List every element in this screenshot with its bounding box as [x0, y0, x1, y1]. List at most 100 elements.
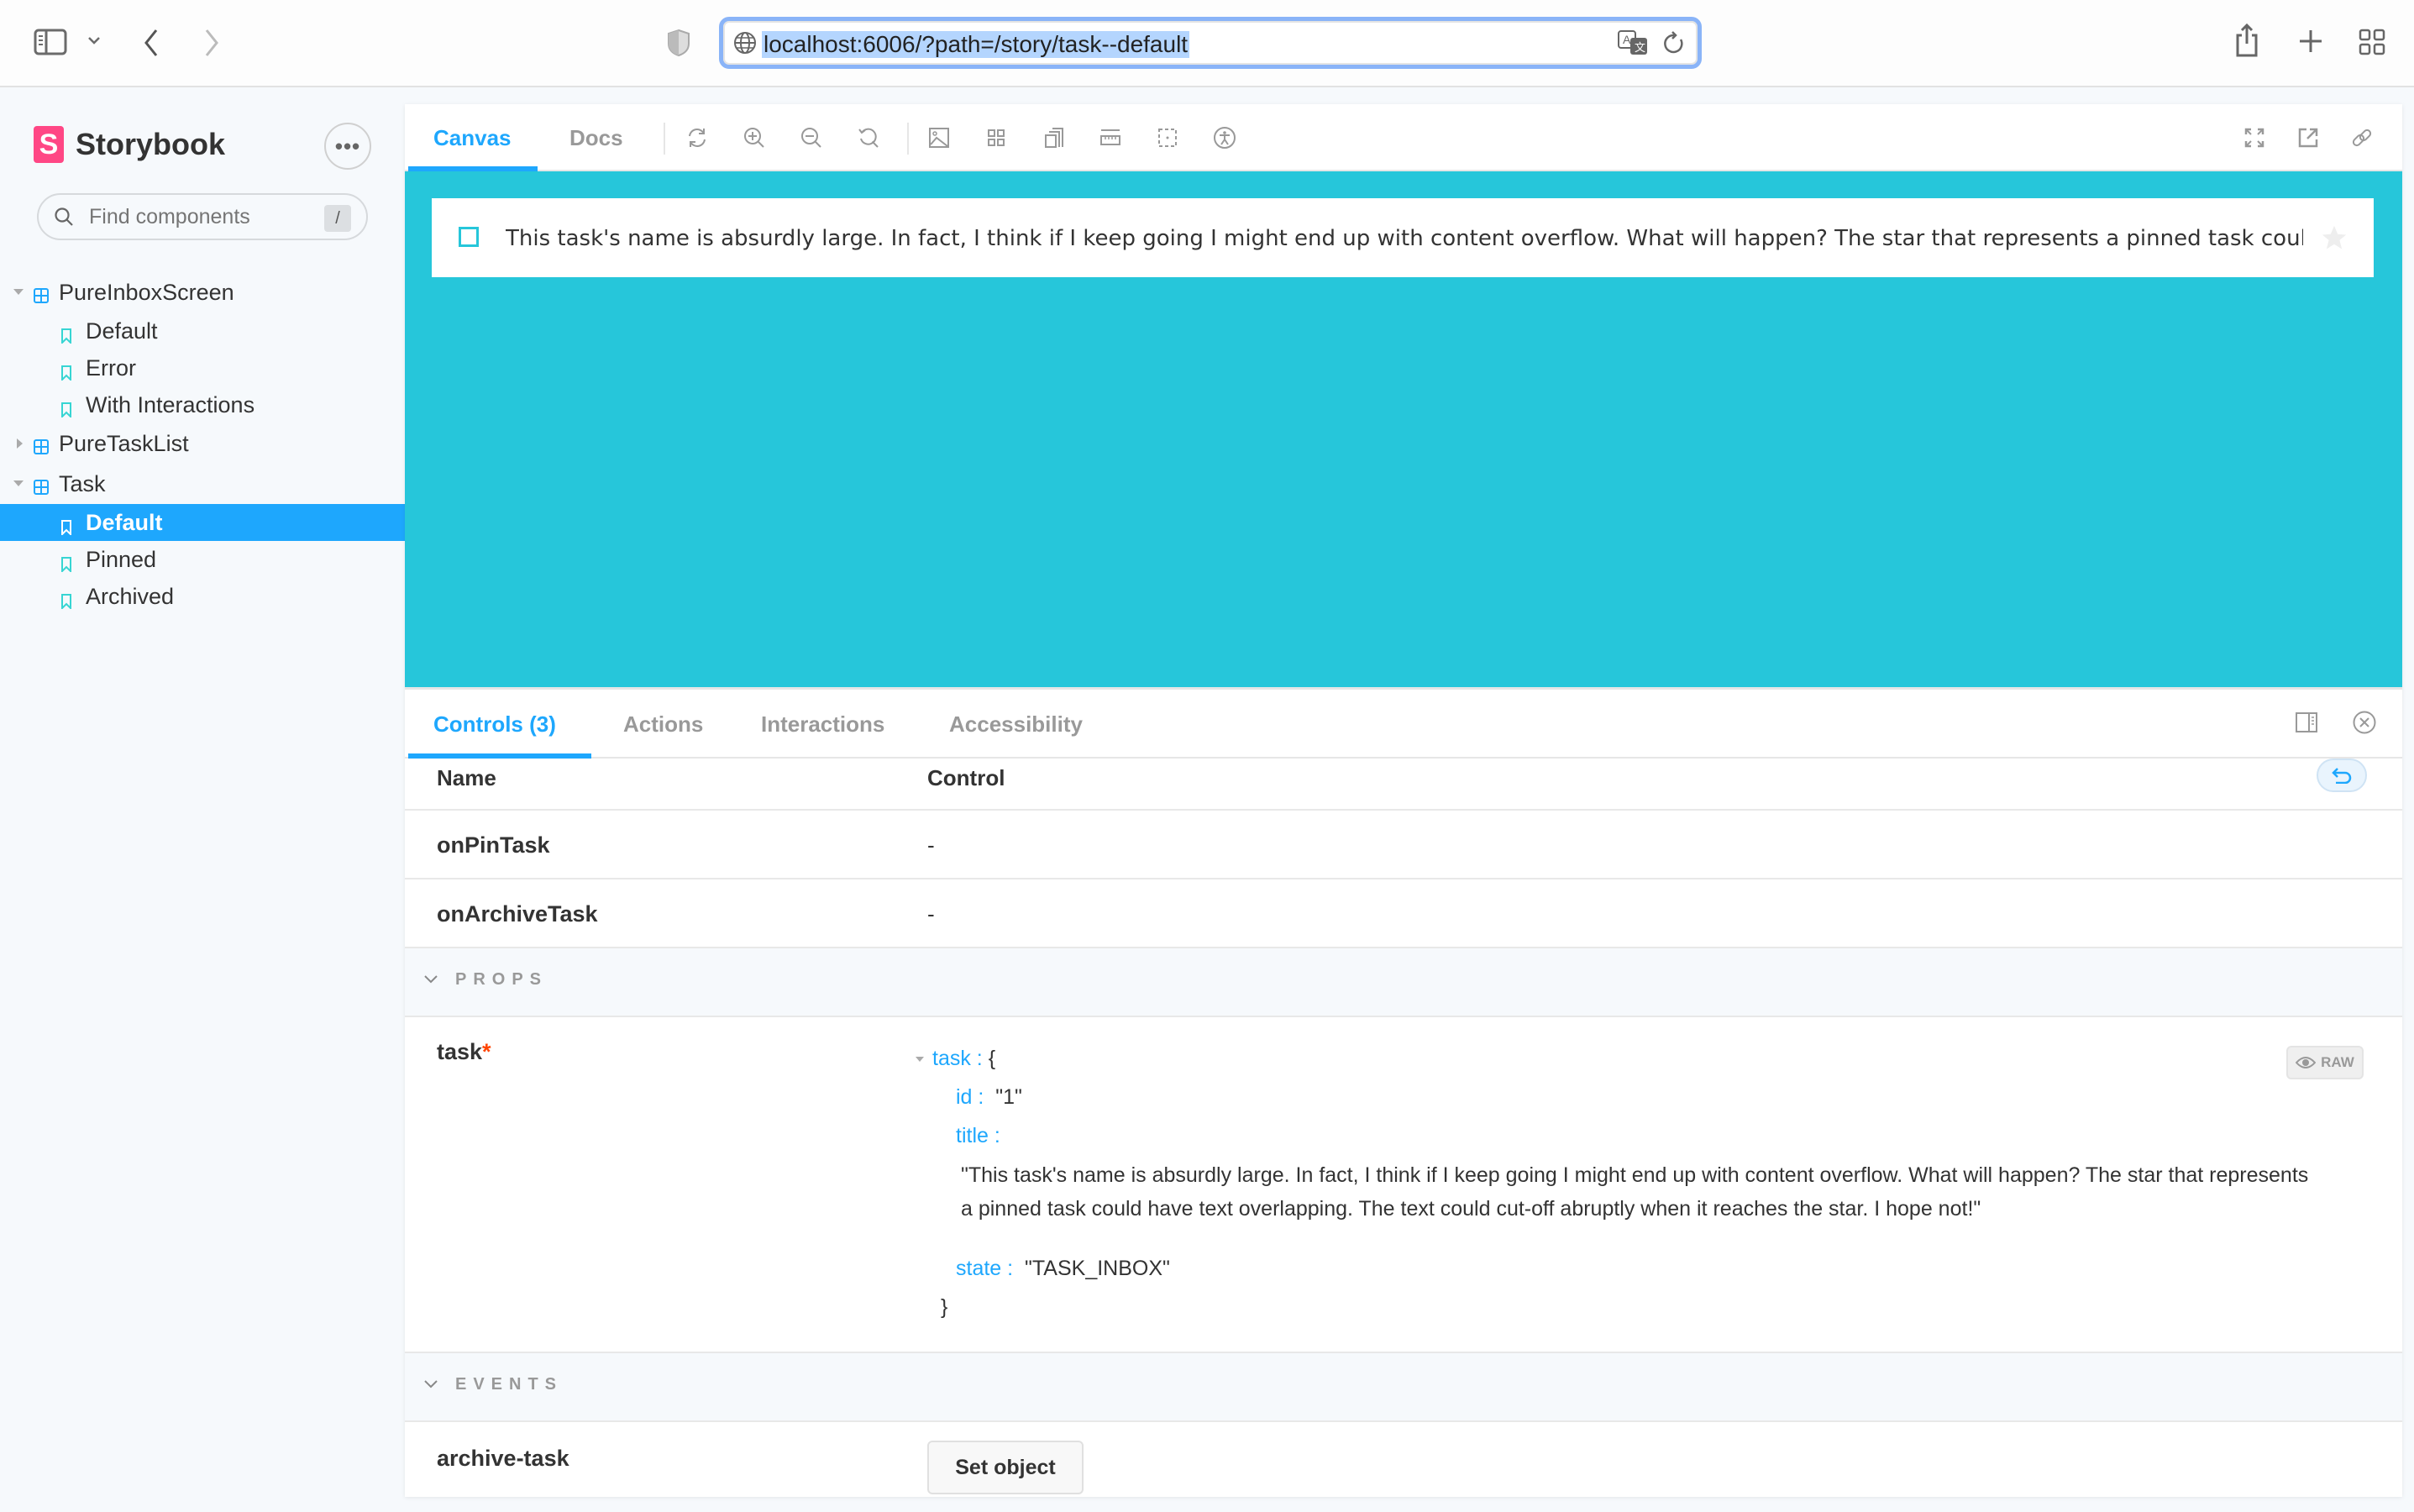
remount-icon[interactable] — [684, 124, 711, 151]
column-header-name: Name — [437, 765, 496, 790]
reload-icon[interactable] — [1662, 31, 1686, 60]
sidebar: S Storybook ••• / PureInboxScreen Defaul… — [0, 89, 405, 1512]
expanded-caret-icon[interactable] — [13, 480, 24, 486]
controls-table-header: Name Control — [405, 759, 2402, 811]
tab-controls[interactable]: Controls (3) — [433, 690, 556, 759]
arg-control: - — [927, 901, 935, 927]
component-icon — [34, 283, 49, 303]
chevron-down-icon[interactable] — [87, 35, 101, 45]
task-item: This task's name is absurdly large. In f… — [432, 198, 2374, 277]
tree-story-label: Pinned — [86, 546, 157, 572]
story-canvas: This task's name is absurdly large. In f… — [405, 171, 2402, 687]
outline-icon[interactable] — [1154, 124, 1181, 151]
open-new-tab-icon[interactable] — [2295, 124, 2322, 151]
set-object-button[interactable]: Set object — [927, 1441, 1084, 1494]
tree-story-item-selected[interactable]: Default — [0, 504, 405, 541]
bookmark-icon — [60, 397, 72, 419]
arg-control: - — [927, 832, 935, 858]
search-shortcut-key: / — [324, 205, 351, 232]
tree-component-pureinboxscreen[interactable]: PureInboxScreen — [0, 272, 405, 312]
new-tab-icon[interactable] — [2298, 29, 2323, 54]
task-checkbox[interactable] — [459, 227, 479, 247]
ellipsis-icon: ••• — [334, 133, 361, 159]
address-bar[interactable]: localhost:6006/?path=/story/task--defaul… — [719, 17, 1702, 69]
toolbar-divider — [664, 123, 665, 155]
collapse-caret-icon[interactable] — [916, 1057, 924, 1063]
json-brace: } — [941, 1295, 948, 1319]
reset-controls-button[interactable] — [2317, 759, 2367, 792]
component-tree: PureInboxScreen Default Error With Inter… — [0, 272, 405, 615]
storybook-logo[interactable]: S Storybook — [34, 126, 225, 163]
tree-story-item[interactable]: Default — [0, 312, 405, 349]
bookmark-icon — [60, 323, 72, 345]
tab-canvas[interactable]: Canvas — [433, 104, 512, 171]
accessibility-icon[interactable] — [1211, 124, 1238, 151]
svg-text:A: A — [1623, 33, 1631, 46]
tree-story-item[interactable]: With Interactions — [0, 386, 405, 423]
tree-component-label: PureInboxScreen — [59, 279, 234, 305]
svg-text:文: 文 — [1635, 41, 1645, 54]
tree-component-task[interactable]: Task — [0, 464, 405, 504]
close-panel-icon[interactable] — [2352, 710, 2377, 739]
bookmark-icon — [60, 515, 72, 537]
expanded-caret-icon[interactable] — [13, 289, 24, 295]
search-input[interactable] — [89, 204, 307, 229]
chevron-down-icon — [422, 970, 440, 989]
tree-story-item[interactable]: Pinned — [0, 541, 405, 578]
share-icon[interactable] — [2234, 24, 2259, 57]
table-row: archive-task Set object — [405, 1422, 2402, 1503]
events-section-header[interactable]: EVENTS — [405, 1353, 2402, 1422]
tab-overview-icon[interactable] — [2359, 29, 2385, 55]
grid-icon[interactable] — [983, 124, 1010, 151]
json-key: state : — [956, 1257, 1014, 1280]
zoom-reset-icon[interactable] — [855, 124, 882, 151]
column-header-control: Control — [927, 765, 1005, 790]
tab-accessibility[interactable]: Accessibility — [949, 690, 1083, 759]
json-value[interactable]: "This task's name is absurdly large. In … — [961, 1158, 2322, 1226]
task-title[interactable]: This task's name is absurdly large. In f… — [506, 223, 2303, 254]
tree-story-item[interactable]: Error — [0, 349, 405, 386]
tree-story-label: Default — [86, 509, 163, 535]
sidebar-toggle-icon[interactable] — [34, 29, 67, 55]
url-text[interactable]: localhost:6006/?path=/story/task--defaul… — [762, 31, 1190, 58]
browser-toolbar: localhost:6006/?path=/story/task--defaul… — [0, 0, 2414, 87]
tree-component-puretasklist[interactable]: PureTaskList — [0, 423, 405, 464]
json-value[interactable]: "TASK_INBOX" — [1025, 1257, 1170, 1280]
fullscreen-icon[interactable] — [2241, 124, 2268, 151]
raw-toggle-button[interactable]: RAW — [2286, 1046, 2364, 1079]
viewport-icon[interactable] — [1040, 124, 1067, 151]
star-icon[interactable] — [2320, 223, 2348, 252]
addons-panel: Controls (3) Actions Interactions Access… — [405, 687, 2402, 1497]
collapsed-caret-icon[interactable] — [17, 438, 23, 449]
privacy-shield-icon[interactable] — [667, 29, 690, 57]
zoom-out-icon[interactable] — [798, 124, 825, 151]
bookmark-icon — [60, 552, 72, 574]
zoom-in-icon[interactable] — [741, 124, 768, 151]
translate-icon[interactable]: A文 — [1617, 29, 1650, 62]
tab-interactions[interactable]: Interactions — [761, 690, 884, 759]
object-editor[interactable]: task : { id : "1" title : "This task's n… — [916, 1039, 2322, 1326]
back-icon[interactable] — [143, 29, 160, 57]
tree-story-item[interactable]: Archived — [0, 578, 405, 615]
addon-tabs: Controls (3) Actions Interactions Access… — [405, 690, 2402, 759]
sidebar-menu-button[interactable]: ••• — [324, 123, 371, 170]
background-icon[interactable] — [926, 124, 952, 151]
arg-name: task* — [437, 1039, 491, 1064]
chevron-down-icon — [422, 1375, 440, 1394]
tab-actions[interactable]: Actions — [623, 690, 703, 759]
main-panel: Canvas Docs This task's name is absurdly… — [405, 104, 2402, 1497]
measure-icon[interactable] — [1097, 124, 1124, 151]
tab-docs[interactable]: Docs — [569, 104, 623, 171]
brand-name: Storybook — [76, 127, 226, 161]
forward-icon[interactable] — [203, 29, 220, 57]
copy-link-icon[interactable] — [2348, 124, 2375, 151]
panel-orientation-icon[interactable] — [2295, 711, 2318, 738]
tree-component-label: Task — [59, 470, 106, 496]
required-marker: * — [482, 1039, 491, 1064]
props-section-header[interactable]: PROPS — [405, 948, 2402, 1017]
json-value[interactable]: "1" — [995, 1085, 1022, 1109]
json-key: id : — [956, 1085, 984, 1109]
globe-icon — [733, 31, 757, 59]
json-key: title : — [956, 1124, 1000, 1147]
search-box[interactable]: / — [37, 193, 368, 240]
